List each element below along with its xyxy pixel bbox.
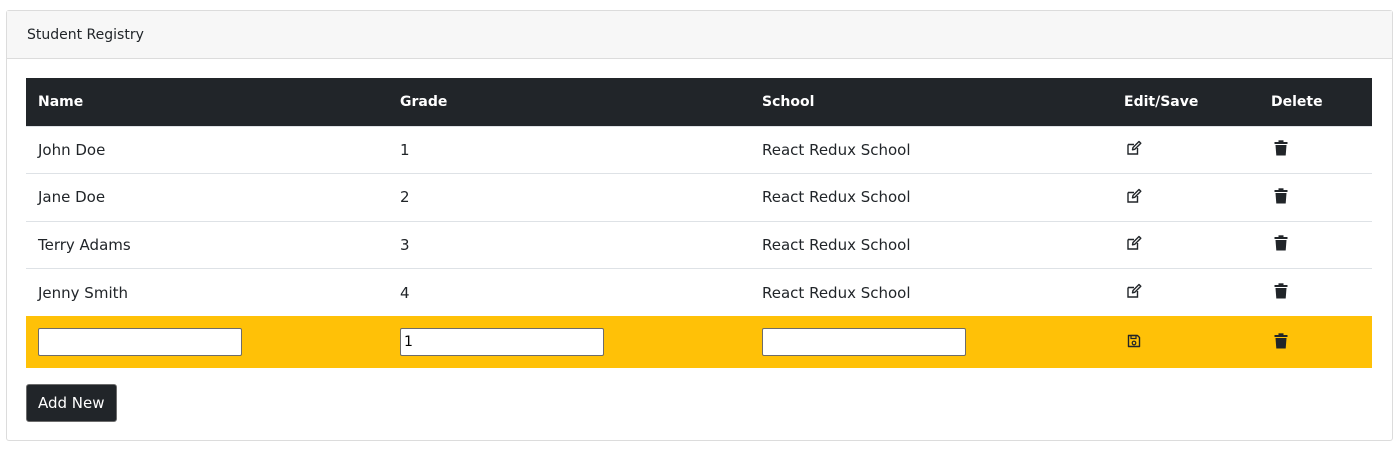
add-new-button[interactable]: Add New <box>26 384 117 422</box>
cell-school: React Redux School <box>750 125 1112 174</box>
cell-grade-input <box>388 316 750 368</box>
edit-icon[interactable] <box>1125 234 1143 252</box>
cell-delete <box>1259 316 1372 368</box>
cell-school: React Redux School <box>750 173 1112 221</box>
cell-save <box>1112 316 1259 368</box>
cell-school-input <box>750 316 1112 368</box>
cell-grade: 4 <box>388 268 750 316</box>
cell-name-input <box>26 316 388 368</box>
cell-delete <box>1259 220 1372 269</box>
panel-title: Student Registry <box>27 26 144 43</box>
cell-name: Terry Adams <box>26 220 388 269</box>
edit-icon[interactable] <box>1125 282 1143 300</box>
trash-icon[interactable] <box>1272 234 1290 252</box>
cell-edit <box>1112 173 1259 221</box>
trash-icon[interactable] <box>1272 139 1290 157</box>
school-input[interactable] <box>762 328 966 356</box>
cell-name: Jane Doe <box>26 173 388 221</box>
edit-icon[interactable] <box>1125 139 1143 157</box>
column-header-name: Name <box>38 93 84 110</box>
cell-name: Jenny Smith <box>26 268 388 316</box>
trash-icon[interactable] <box>1272 282 1290 300</box>
column-header-grade: Grade <box>400 93 448 110</box>
cell-name: John Doe <box>26 125 388 174</box>
cell-school: React Redux School <box>750 268 1112 316</box>
cell-edit <box>1112 125 1259 174</box>
cell-school: React Redux School <box>750 220 1112 269</box>
new-student-edit-row <box>26 316 1372 368</box>
edit-icon[interactable] <box>1125 187 1143 205</box>
save-icon[interactable] <box>1125 332 1143 350</box>
cell-delete <box>1259 173 1372 221</box>
table-row: Jane Doe 2 React Redux School <box>26 173 1372 221</box>
table-row: Jenny Smith 4 React Redux School <box>26 268 1372 316</box>
cell-delete <box>1259 125 1372 174</box>
cell-delete <box>1259 268 1372 316</box>
table-header-row: Name Grade School Edit/Save Delete <box>26 78 1372 126</box>
student-registry-panel: Student Registry Name Grade School Edit/… <box>6 10 1393 441</box>
column-header-edit-save: Edit/Save <box>1124 93 1199 110</box>
student-table-wrapper: Name Grade School Edit/Save Delete John … <box>26 78 1372 368</box>
table-row: Terry Adams 3 React Redux School <box>26 220 1372 269</box>
cell-grade: 2 <box>388 173 750 221</box>
grade-input[interactable] <box>400 328 604 356</box>
cell-edit <box>1112 220 1259 269</box>
student-table: Name Grade School Edit/Save Delete John … <box>26 78 1372 368</box>
cell-grade: 1 <box>388 125 750 174</box>
cell-edit <box>1112 268 1259 316</box>
column-header-delete: Delete <box>1271 93 1323 110</box>
table-row: John Doe 1 React Redux School <box>26 125 1372 174</box>
trash-icon[interactable] <box>1272 187 1290 205</box>
column-header-school: School <box>762 93 815 110</box>
trash-icon[interactable] <box>1272 332 1290 350</box>
name-input[interactable] <box>38 328 242 356</box>
panel-header: Student Registry <box>7 11 1392 59</box>
cell-grade: 3 <box>388 220 750 269</box>
